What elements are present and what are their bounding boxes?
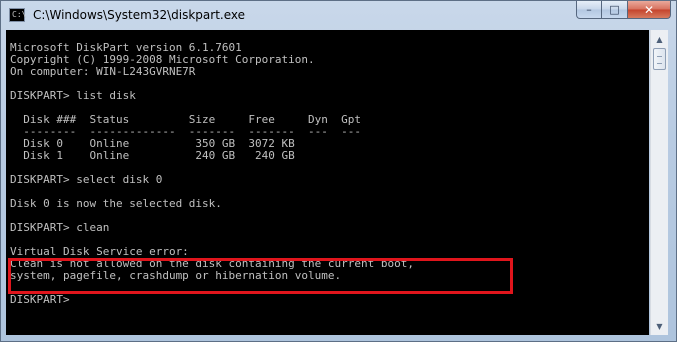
title-bar[interactable]: C:\ C:\Windows\System32\diskpart.exe – □… xyxy=(1,1,676,31)
console-line: DISKPART> select disk 0 xyxy=(10,173,163,186)
console-output[interactable]: Microsoft DiskPart version 6.1.7601 Copyr… xyxy=(6,30,649,335)
console-line: On computer: WIN-L243GVRNE7R xyxy=(10,65,196,78)
scroll-down-icon[interactable]: ▼ xyxy=(652,318,667,334)
console-line: DISKPART> clean xyxy=(10,221,110,234)
console-line: Disk 0 is now the selected disk. xyxy=(10,197,222,210)
window-title: C:\Windows\System32\diskpart.exe xyxy=(33,8,245,22)
console-line: Disk 1 Online 240 GB 240 GB xyxy=(10,149,295,162)
console-line: DISKPART> list disk xyxy=(10,89,136,102)
maximize-button[interactable]: □ xyxy=(602,1,628,19)
close-button[interactable]: ✕ xyxy=(628,1,671,19)
prompt-line[interactable]: DISKPART> xyxy=(10,294,414,306)
cmd-console-icon[interactable]: C:\ xyxy=(9,8,26,22)
error-highlight-box xyxy=(8,258,513,294)
vertical-scrollbar[interactable]: ▲ ▼ xyxy=(650,30,668,335)
scroll-up-icon[interactable]: ▲ xyxy=(652,31,667,47)
scrollbar-thumb[interactable] xyxy=(653,48,666,70)
minimize-button[interactable]: – xyxy=(576,1,602,19)
grip-icon xyxy=(657,56,662,64)
window-controls: – □ ✕ xyxy=(576,1,671,21)
